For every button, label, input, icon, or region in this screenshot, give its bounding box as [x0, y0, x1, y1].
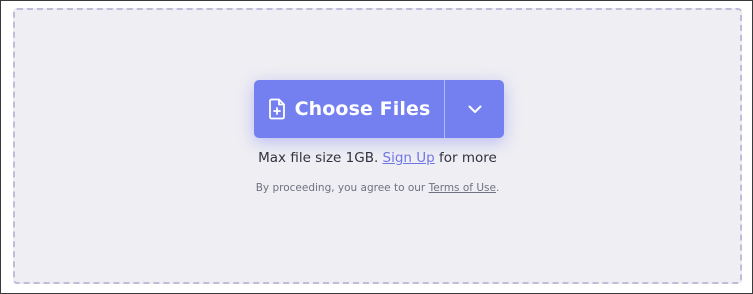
- for-more-text: for more: [439, 150, 497, 166]
- terms-note: By proceeding, you agree to our Terms of…: [15, 181, 740, 195]
- sign-up-link[interactable]: Sign Up: [383, 150, 435, 166]
- choose-files-button-group: Choose Files: [254, 80, 504, 138]
- file-plus-icon: [268, 98, 286, 120]
- terms-of-use-link[interactable]: Terms of Use: [429, 182, 496, 194]
- upload-panel: Choose Files Max file size 1GB. Sign Up …: [0, 0, 753, 294]
- terms-prefix-text: By proceeding, you agree to our: [255, 182, 426, 194]
- max-file-size-note: Max file size 1GB. Sign Up for more: [15, 149, 740, 167]
- file-dropzone[interactable]: Choose Files Max file size 1GB. Sign Up …: [13, 8, 742, 284]
- terms-suffix-text: .: [495, 182, 500, 194]
- chevron-down-icon: [468, 105, 482, 114]
- choose-files-button[interactable]: Choose Files: [254, 80, 444, 138]
- upload-source-dropdown-button[interactable]: [445, 80, 504, 138]
- max-file-size-text: Max file size 1GB.: [258, 150, 379, 166]
- choose-files-label: Choose Files: [294, 98, 431, 120]
